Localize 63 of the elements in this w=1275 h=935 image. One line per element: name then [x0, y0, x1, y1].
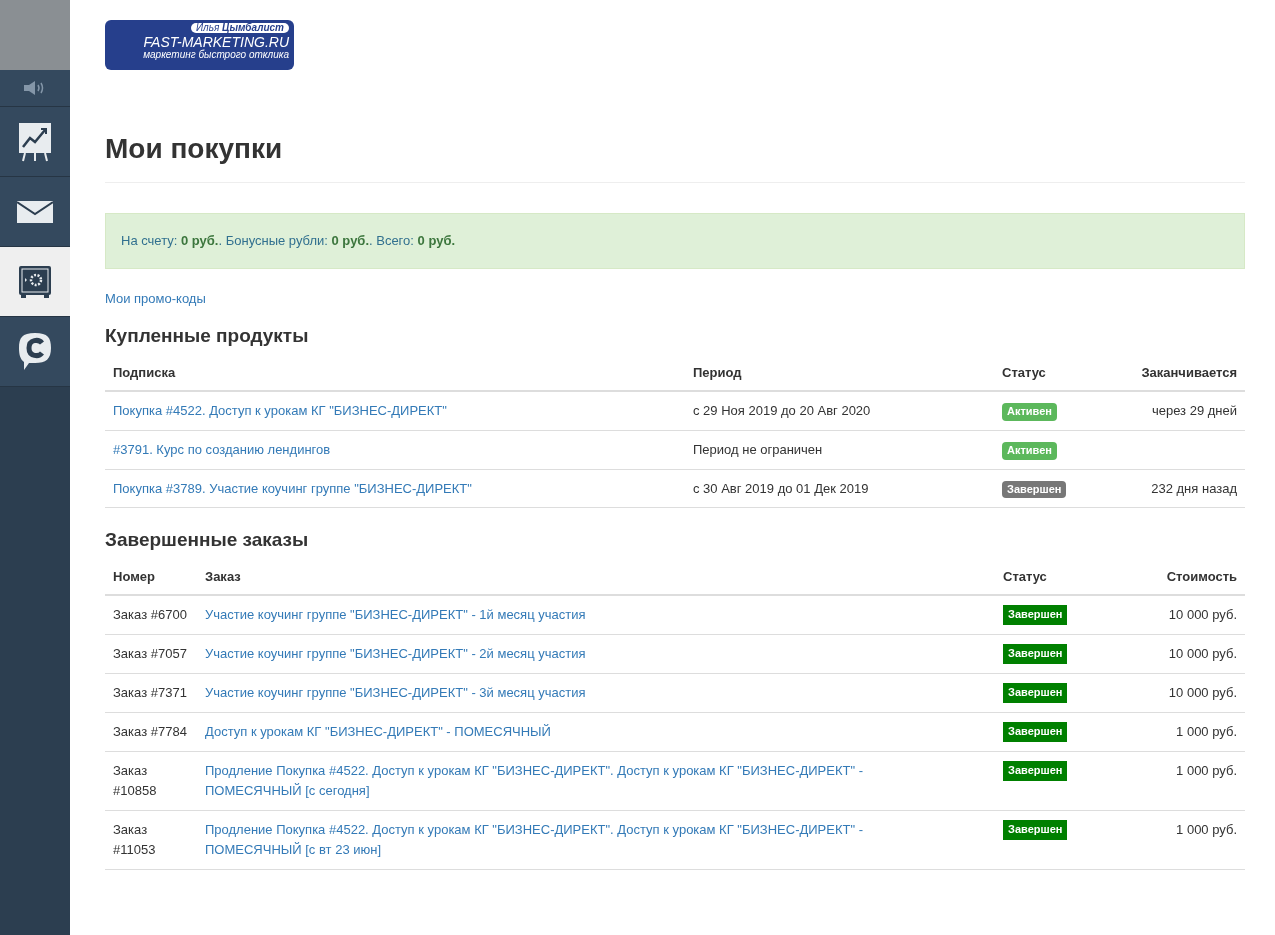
period-text: с 29 Ноя 2019 до 20 Авг 2020	[693, 403, 871, 419]
price-text: 1 000 руб.	[1176, 763, 1237, 779]
order-link[interactable]: Продление Покупка #4522. Доступ к урокам КГ "БИЗНЕС-ДИРЕКТ". Доступ к урокам КГ "БИЗНЕС-ДИРЕКТ" - ПОМЕСЯЧНЫЙ [с вт 23 июн]	[205, 820, 895, 861]
order-link[interactable]: Продление Покупка #4522. Доступ к урокам КГ "БИЗНЕС-ДИРЕКТ". Доступ к урокам КГ "БИЗНЕС-ДИРЕКТ" - ПОМЕСЯЧНЫЙ [с сегодня]	[205, 761, 895, 802]
status-badge: Завершен	[1003, 605, 1068, 625]
chat-bubble-icon	[18, 331, 52, 372]
column-header: Заказ	[205, 568, 241, 584]
column-header: Заканчивается	[1141, 364, 1237, 380]
page-title: Мои покупки	[105, 128, 1245, 183]
order-number: Заказ #6700	[113, 607, 187, 623]
price-text: 10 000 руб.	[1168, 607, 1237, 623]
price-text: 10 000 руб.	[1168, 646, 1237, 662]
sidebar-item[interactable]	[0, 177, 70, 247]
balance-text: На счету: 0 руб.. Бонусные рубли: 0 руб.. Всего: 0 руб.	[121, 233, 456, 248]
sidebar-item[interactable]	[0, 70, 70, 107]
photo-placeholder	[0, 0, 70, 70]
logo-tagline: маркетинг быстрого отклика	[143, 50, 289, 60]
status-badge: Активен	[1002, 441, 1057, 460]
order-link[interactable]: Участие коучинг группе "БИЗНЕС-ДИРЕКТ" - 1й месяц участия	[205, 605, 895, 626]
speaker-icon	[24, 81, 46, 95]
section-title: Завершенные заказы	[105, 528, 310, 553]
logo-author: Илья Цымбалист	[190, 23, 289, 33]
product-link[interactable]: Покупка #3789. Участие коучинг группе "БИЗНЕС-ДИРЕКТ"	[113, 480, 472, 496]
status-badge: Завершен	[1003, 683, 1068, 703]
sidebar-item[interactable]	[0, 247, 70, 317]
status-badge: Завершен	[1003, 722, 1068, 742]
sidebar-item[interactable]	[0, 317, 70, 387]
envelope-icon	[17, 200, 53, 223]
status-badge: Завершен	[1003, 761, 1068, 781]
column-header: Статус	[1003, 568, 1047, 584]
status-badge: Завершен	[1003, 820, 1068, 840]
order-link[interactable]: Участие коучинг группе "БИЗНЕС-ДИРЕКТ" - 2й месяц участия	[205, 644, 895, 665]
column-header: Подписка	[113, 364, 176, 380]
product-link[interactable]: #3791. Курс по созданию лендингов	[113, 441, 331, 457]
price-text: 10 000 руб.	[1168, 685, 1237, 701]
status-badge: Завершен	[1003, 644, 1068, 664]
order-number: Заказ #7784	[113, 724, 187, 740]
order-number: Заказ #7371	[113, 685, 187, 701]
section-title: Купленные продукты	[105, 324, 310, 348]
sidebar-item[interactable]	[0, 107, 70, 177]
ends-text: через 29 дней	[1151, 403, 1237, 419]
status-badge: Завершен	[1002, 480, 1067, 499]
price-text: 1 000 руб.	[1176, 724, 1237, 740]
order-number: Заказ #11053	[113, 822, 156, 858]
ends-text: 232 дня назад	[1151, 480, 1237, 496]
price-text: 1 000 руб.	[1176, 822, 1237, 838]
chart-easel-icon	[18, 121, 52, 162]
order-link[interactable]: Доступ к урокам КГ "БИЗНЕС-ДИРЕКТ" - ПОМЕСЯЧНЫЙ	[205, 722, 895, 743]
promo-codes-link[interactable]: Мои промо-коды	[105, 288, 206, 308]
order-number: Заказ #10858	[113, 763, 157, 799]
logo[interactable]: Илья Цымбалист FAST-MARKETING.RU маркетинг быстрого отклика	[105, 20, 294, 70]
logo-name: FAST-MARKETING.RU	[143, 35, 289, 49]
product-link[interactable]: Покупка #4522. Доступ к урокам КГ "БИЗНЕС-ДИРЕКТ"	[113, 403, 447, 419]
column-header: Период	[693, 364, 742, 380]
order-link[interactable]: Участие коучинг группе "БИЗНЕС-ДИРЕКТ" - 3й месяц участия	[205, 683, 895, 704]
safe-icon	[18, 264, 52, 299]
period-text: Период не ограничен	[693, 441, 823, 457]
order-number: Заказ #7057	[113, 646, 187, 662]
period-text: с 30 Авг 2019 до 01 Дек 2019	[693, 480, 869, 496]
column-header: Статус	[1002, 364, 1046, 380]
column-header: Номер	[113, 568, 155, 584]
status-badge: Активен	[1002, 403, 1057, 421]
column-header: Стоимость	[1166, 568, 1237, 584]
